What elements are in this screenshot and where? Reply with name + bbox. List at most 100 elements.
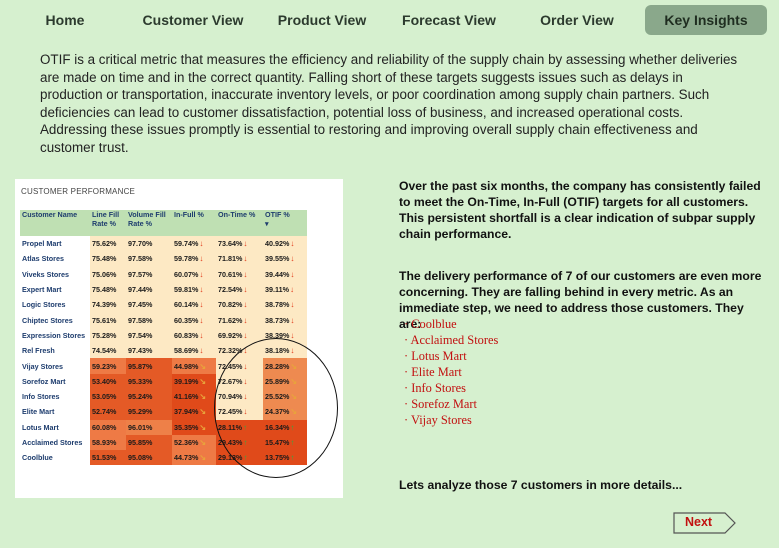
- vfr-cell: 95.33%: [126, 373, 172, 389]
- cell-value: 95.87%: [128, 361, 153, 371]
- next-label: Next: [685, 515, 713, 529]
- arrow-down-icon: ↓: [243, 254, 248, 264]
- vfr-cell: 97.58%: [126, 251, 172, 267]
- customer-name-cell: Viveks Stores: [20, 266, 90, 282]
- inf-cell: 59.74%↓: [172, 236, 216, 252]
- cell-value: 97.58%: [128, 254, 153, 264]
- cell-value: 97.58%: [128, 315, 153, 325]
- cell-value: 59.74%: [174, 239, 199, 249]
- lfr-cell: 75.48%: [90, 281, 126, 298]
- lfr-cell: 53.40%: [90, 373, 126, 389]
- vfr-cell: 97.43%: [126, 343, 172, 359]
- lfr-cell: 75.62%: [90, 236, 126, 252]
- cell-value: 70.61%: [218, 269, 243, 279]
- vfr-cell: 95.08%: [126, 450, 172, 466]
- col-line-fill-rate[interactable]: Line Fill Rate %: [90, 210, 126, 236]
- table-row[interactable]: Logic Stores 74.39% 97.45% 60.14%↓ 70.82%↓ 38…: [20, 297, 307, 313]
- nav-home[interactable]: Home: [36, 5, 94, 35]
- nav-forecast-view[interactable]: Forecast View: [397, 5, 501, 35]
- cell-value: 59.78%: [174, 254, 199, 264]
- arrow-down-icon: ↓: [243, 330, 248, 340]
- col-on-time[interactable]: On-Time %: [216, 210, 263, 236]
- col-volume-fill-rate[interactable]: Volume Fill Rate %: [126, 210, 172, 236]
- lfr-cell: 53.05%: [90, 388, 126, 405]
- inf-cell: 59.78%↓: [172, 251, 216, 267]
- nav-customer-view[interactable]: Customer View: [138, 5, 248, 35]
- nav-order-view[interactable]: Order View: [535, 5, 619, 35]
- table-row[interactable]: Chiptec Stores 75.61% 97.58% 60.35%↓ 71.62%↓…: [20, 312, 307, 328]
- cell-value: 60.07%: [174, 269, 199, 279]
- cell-value: 97.43%: [128, 346, 153, 356]
- arrow-diagonal-icon: ↘: [199, 438, 207, 447]
- table-row[interactable]: Expert Mart 75.48% 97.44% 59.81%↓ 72.54%↓ 39.…: [20, 281, 307, 298]
- inf-cell: 44.98%↘: [172, 358, 216, 374]
- ot-cell: 71.62%↓: [216, 312, 263, 328]
- arrow-diagonal-icon: ↘: [199, 453, 207, 463]
- col-otif[interactable]: OTIF % ▾: [263, 210, 307, 236]
- col-in-full[interactable]: In-Full %: [172, 210, 216, 236]
- cell-value: 58.93%: [92, 438, 117, 447]
- insight-paragraph-1: Over the past six months, the company ha…: [399, 179, 761, 241]
- cell-value: 39.11%: [265, 285, 289, 295]
- cell-value: 59.23%: [92, 361, 117, 371]
- customer-name-cell: Chiptec Stores: [20, 312, 90, 328]
- vfr-cell: 97.54%: [126, 327, 172, 344]
- lfr-cell: 60.08%: [90, 419, 126, 435]
- arrow-diagonal-icon: ↘: [199, 422, 207, 432]
- nav-product-view[interactable]: Product View: [273, 5, 371, 35]
- next-button[interactable]: Next: [673, 512, 737, 534]
- cell-value: 39.55%: [265, 254, 290, 264]
- inf-cell: 37.94%↘: [172, 404, 216, 420]
- arrow-diagonal-icon: ↘: [199, 361, 207, 371]
- inf-cell: 60.07%↓: [172, 266, 216, 282]
- otif-cell: 38.73%↓: [263, 312, 307, 328]
- cell-value: 44.73%: [174, 453, 199, 463]
- vfr-cell: 97.70%: [126, 236, 172, 252]
- lfr-cell: 52.74%: [90, 404, 126, 420]
- arrow-down-icon: ↓: [199, 330, 204, 340]
- list-item: Elite Mart: [404, 364, 498, 380]
- cell-value: 71.62%: [218, 315, 243, 325]
- sort-desc-icon: ▾: [265, 218, 269, 228]
- lfr-cell: 74.54%: [90, 343, 126, 359]
- nav-key-insights[interactable]: Key Insights: [645, 5, 767, 35]
- arrow-down-icon: ↓: [199, 285, 204, 295]
- cell-value: 38.73%: [265, 315, 290, 325]
- otif-cell: 39.11%↓: [263, 281, 307, 298]
- arrow-down-icon: ↓: [290, 269, 295, 279]
- inf-cell: 60.14%↓: [172, 297, 216, 313]
- vfr-cell: 95.24%: [126, 388, 172, 405]
- table-row[interactable]: Viveks Stores 75.06% 97.57% 60.07%↓ 70.61%↓ 3…: [20, 266, 307, 282]
- cell-value: 38.78%: [265, 300, 290, 310]
- cell-value: 41.16%: [174, 392, 199, 402]
- inf-cell: 35.35%↘: [172, 419, 216, 435]
- cell-value: 75.62%: [92, 239, 117, 249]
- cell-value: 75.61%: [92, 315, 117, 325]
- customer-name-cell: Vijay Stores: [20, 358, 90, 374]
- cell-value: 95.08%: [128, 453, 153, 463]
- cell-value: 69.92%: [218, 330, 243, 340]
- table-row[interactable]: Propel Mart 75.62% 97.70% 59.74%↓ 73.64%↓ 40.…: [20, 236, 307, 252]
- otif-cell: 38.78%↓: [263, 297, 307, 313]
- insight-paragraph-3: Lets analyze those 7 customers in more d…: [399, 478, 683, 492]
- arrow-down-icon: ↓: [199, 346, 204, 356]
- col-customer-name[interactable]: Customer Name: [20, 210, 90, 236]
- ot-cell: 70.61%↓: [216, 266, 263, 282]
- cell-value: 75.28%: [92, 330, 117, 340]
- lfr-cell: 75.61%: [90, 312, 126, 328]
- lfr-cell: 75.48%: [90, 251, 126, 267]
- cell-value: 95.24%: [128, 392, 153, 402]
- customer-name-cell: Expression Stores: [20, 327, 90, 344]
- customer-name-cell: Atlas Stores: [20, 251, 90, 267]
- arrow-down-icon: ↓: [243, 239, 248, 249]
- otif-intro-paragraph: OTIF is a critical metric that measures …: [40, 52, 738, 155]
- highlight-circle: [214, 338, 338, 478]
- table-row[interactable]: Atlas Stores 75.48% 97.58% 59.78%↓ 71.81%↓ 39…: [20, 251, 307, 267]
- arrow-diagonal-icon: ↘: [199, 376, 207, 386]
- cell-value: 53.40%: [92, 376, 117, 386]
- cell-value: 60.35%: [174, 315, 199, 325]
- cell-value: 97.45%: [128, 300, 153, 310]
- list-item: Acclaimed Stores: [404, 332, 499, 348]
- list-item: Coolblue: [404, 316, 498, 332]
- lfr-cell: 58.93%: [90, 434, 126, 451]
